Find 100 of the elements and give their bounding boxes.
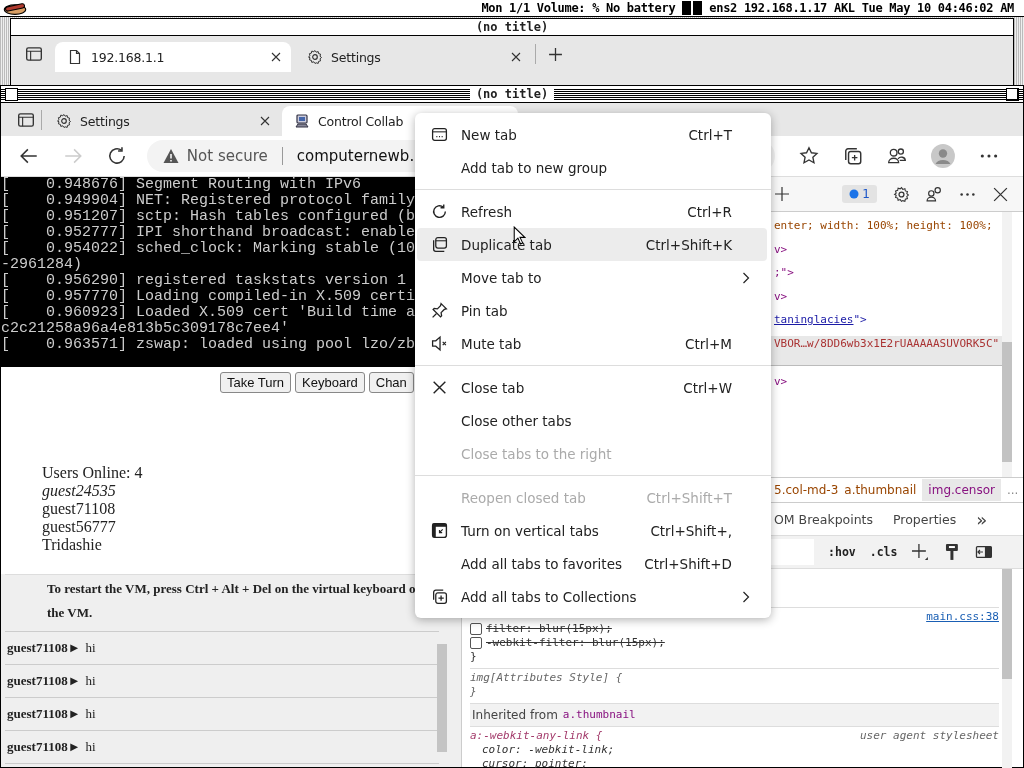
collections-icon: [431, 587, 448, 605]
css-declaration: color: -webkit-link;: [481, 743, 616, 757]
panel-tab[interactable]: OM Breakpoints: [774, 511, 874, 527]
user-name: guest71108: [42, 500, 116, 518]
browser-tab[interactable]: 192.168.1.1: [55, 42, 291, 72]
breadcrumb-more[interactable]: ...: [1006, 479, 1024, 501]
issues-badge[interactable]: 1: [842, 185, 877, 203]
chat-message: hi: [85, 706, 96, 722]
chat-username: guest71108►: [7, 706, 81, 722]
message-icon: [849, 189, 860, 199]
menu-item[interactable]: Refresh Ctrl+R: [417, 195, 767, 228]
close-box[interactable]: [5, 87, 18, 101]
people-icon[interactable]: [887, 146, 908, 166]
chat-username: guest71108►: [7, 673, 81, 689]
vm-button[interactable]: Take Turn: [220, 372, 292, 393]
scrollbar[interactable]: [1002, 212, 1012, 477]
chat-message: hi: [85, 640, 96, 656]
user-name: guest24535: [42, 482, 116, 500]
css-declaration: filter: blur(15px);: [486, 622, 612, 636]
mute-icon: [431, 334, 448, 352]
tab-title: Control Collab: [318, 113, 405, 129]
console-line: [ 0.951207] sctp: Hash tables configured (b: [1, 209, 416, 225]
menu-item[interactable]: Add tab to new group: [417, 151, 767, 184]
security-label: Not secure: [186, 147, 268, 165]
source-link[interactable]: main.css:38: [926, 610, 999, 624]
tab-title: 192.168.1.1: [91, 49, 166, 65]
refresh-icon: [431, 202, 448, 220]
add-tab-icon[interactable]: [775, 187, 789, 201]
style-toggle[interactable]: :hov: [828, 545, 856, 559]
menu-item[interactable]: Pin tab: [417, 294, 767, 327]
breadcrumb[interactable]: a.thumbnail: [844, 479, 923, 501]
chat-username: guest71108►: [7, 739, 81, 755]
console-line: -2961284): [1, 257, 82, 273]
people-icon[interactable]: [926, 185, 943, 203]
console-line: [ 0.957770] Loading compiled-in X.509 certi: [1, 289, 416, 305]
css-selector: a:-webkit-any-link {: [470, 729, 603, 743]
status-text: Mon 1/1 Volume: % No battery: [481, 1, 676, 15]
network-clock-text: ens2 192.168.1.17 AKL Tue May 10 04:46:02 AM: [709, 1, 1014, 15]
star-icon[interactable]: [799, 146, 820, 166]
close-icon[interactable]: [511, 52, 521, 62]
menu-item[interactable]: Turn on vertical tabs Ctrl+Shift+,: [417, 514, 767, 547]
new-tab-icon[interactable]: [548, 46, 563, 62]
scrollbar[interactable]: [437, 644, 447, 752]
new-tab-icon: [431, 125, 448, 143]
add-rule-icon[interactable]: [911, 543, 930, 561]
console-line: [ 0.949904] NET: Registered protocol family: [1, 193, 416, 209]
console-line: c2c21258a96a4e813b5c309178c7ee4': [1, 321, 290, 337]
chat-username: guest71108►: [7, 640, 81, 656]
browser-tab[interactable]: Settings: [44, 106, 280, 136]
menu-item[interactable]: Duplicate tab Ctrl+Shift+K: [417, 228, 767, 261]
css-declaration: -webkit-filter: blur(15px);: [486, 636, 665, 650]
user-name: Tridashie: [42, 536, 102, 554]
console-line: [ 0.963571] zswap: loaded using pool lzo/zb: [1, 337, 416, 353]
window-title: (no title): [469, 87, 555, 101]
warning-icon: [162, 148, 179, 164]
menu-item[interactable]: Mute tab Ctrl+M: [417, 327, 767, 360]
sidebar-toggle-icon[interactable]: [975, 543, 993, 561]
panel-tab[interactable]: Properties: [893, 511, 957, 527]
browser-tab[interactable]: Settings: [295, 42, 531, 72]
menu-item[interactable]: Move tab to: [417, 261, 767, 294]
menu-item[interactable]: Close tab Ctrl+W: [417, 371, 767, 404]
avatar-icon[interactable]: [931, 144, 956, 168]
vm-button[interactable]: Keyboard: [295, 372, 365, 393]
checkbox[interactable]: [470, 637, 482, 649]
menu-item[interactable]: Close other tabs: [417, 404, 767, 437]
sidebar-icon[interactable]: [17, 110, 35, 129]
window-title: (no title): [11, 19, 1013, 36]
tab-title: Settings: [80, 113, 131, 129]
close-icon[interactable]: [260, 116, 270, 126]
close-icon[interactable]: [992, 185, 1009, 203]
duplicate-icon: [431, 235, 448, 253]
refresh-icon[interactable]: [106, 146, 127, 166]
tab-title: Settings: [331, 49, 382, 65]
breadcrumb[interactable]: img.censor: [922, 479, 1001, 501]
collections-icon[interactable]: [843, 146, 864, 166]
console-line: [ 0.948676] Segment Routing with IPv6: [1, 177, 362, 193]
gear-icon: [307, 49, 323, 65]
chat-message: hi: [85, 673, 96, 689]
css-selector: img[Attributes Style] {: [470, 671, 624, 685]
vm-button[interactable]: Chan: [368, 372, 414, 393]
settings-icon[interactable]: [893, 185, 910, 203]
inherited-label: Inherited from: [472, 708, 558, 722]
console-line: [ 0.960923] Loaded X.509 cert 'Build time a: [1, 305, 416, 321]
stylesheet-label: user agent stylesheet: [859, 729, 999, 743]
checkbox[interactable]: [470, 623, 482, 635]
more-tabs-button[interactable]: »: [976, 508, 988, 530]
chat-message: hi: [85, 739, 96, 755]
sidebar-icon[interactable]: [25, 45, 43, 63]
hotdog-icon[interactable]: [2, 0, 28, 16]
style-toggle[interactable]: .cls: [869, 545, 898, 559]
zoom-box[interactable]: [1006, 87, 1019, 101]
closing-brace: }: [470, 685, 478, 699]
scrollbar[interactable]: [1002, 569, 1012, 768]
users-online-label: Users Online: 4: [42, 464, 143, 482]
url-text: computernewb.: [296, 147, 415, 165]
breadcrumb[interactable]: 5.col-md-3: [774, 479, 845, 501]
inherited-selector[interactable]: a.thumbnail: [562, 708, 636, 722]
pin-icon: [431, 301, 448, 319]
back-icon[interactable]: [19, 146, 39, 166]
close-icon[interactable]: [271, 52, 281, 62]
